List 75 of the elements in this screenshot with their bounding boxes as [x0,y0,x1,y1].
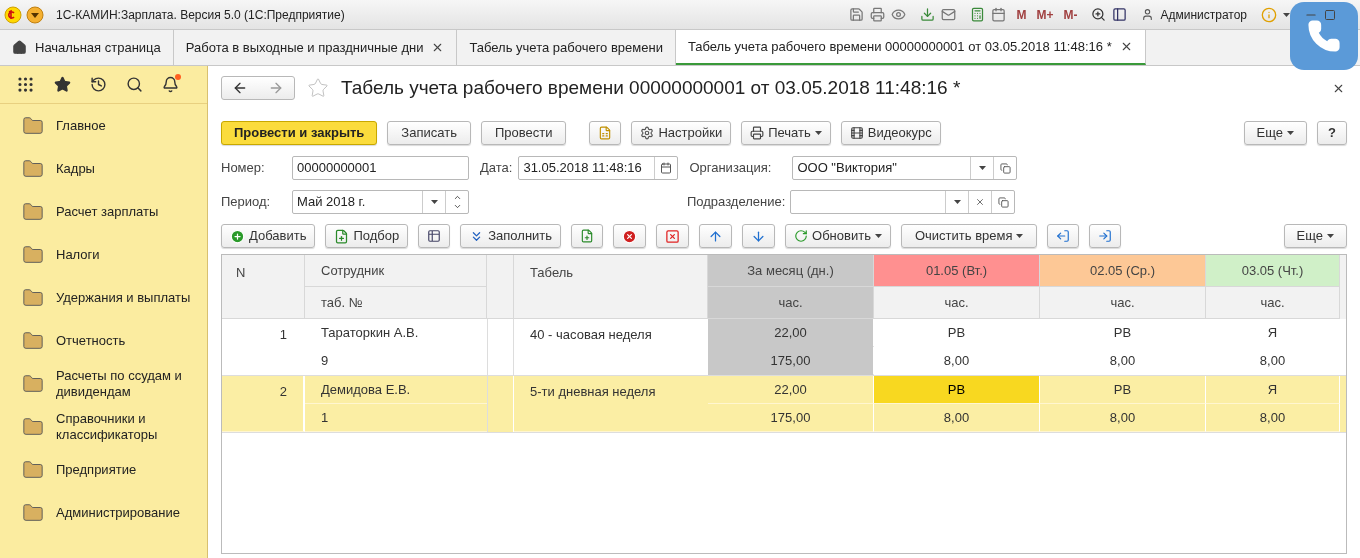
memory-button[interactable]: M- [1063,5,1078,24]
column-header[interactable]: 02.05 (Ср.) [1040,255,1206,287]
table-cell-text: 9 [320,351,330,370]
pick-button[interactable]: Подбор [325,224,409,248]
table-cell: 8,00 [1206,347,1340,375]
date-field[interactable]: 31.05.2018 11:48:16 [518,156,679,180]
refresh-button[interactable]: Обновить [785,224,891,248]
table-cell: 22,00 [708,319,874,347]
sidebar-item[interactable]: Расчеты по ссудам и дивидендам [0,362,207,405]
more-button[interactable]: Еще [1283,224,1347,248]
table-cell: 5-ти дневная неделя [514,376,708,432]
table-cell-text: Тараторкин А.В. [320,323,420,342]
table-cell: 8,00 [874,347,1040,375]
table-cell-text: 1 [278,326,288,344]
sidebar-item[interactable]: Отчетность [0,319,207,362]
table-cell-text: 40 - часовая неделя [529,326,653,344]
sidebar-item[interactable]: Налоги [0,233,207,276]
add-button[interactable]: Добавить [221,224,316,248]
organization-field[interactable]: ООО "Виктория" [792,156,1018,180]
table-row[interactable]: 1 Тараторкин А.В. 40 - часовая неделя 22,00 РВ РВ Я 9 175,00 8,00 8,00 8,00 [222,319,1346,376]
field-label: Подразделение: [687,193,786,212]
period-field[interactable]: Май 2018 г. [292,190,469,214]
sidebar-item[interactable]: Расчет зарплаты [0,190,207,233]
help-button[interactable]: ? [1317,121,1347,145]
table-cell: 8,00 [1206,404,1340,432]
field-label: Организация: [689,159,772,178]
tab-label: Табель учета рабочего времени [469,38,663,57]
sidebar-item[interactable]: Предприятие [0,448,207,491]
sidebar-item[interactable]: Главное [0,104,207,147]
column-header[interactable]: час. [708,287,874,319]
number-field[interactable]: 00000000001 [292,156,469,180]
field-label: Дата: [480,159,513,178]
table-cell: 8,00 [874,404,1040,432]
memory-button[interactable]: M+ [1036,5,1054,24]
post-and-close-button[interactable]: Провести и закрыть [221,121,378,145]
table-row[interactable]: 2 Демидова Е.В. 5-ти дневная неделя 22,00 РВ РВ Я 1 175,00 8,00 8,00 8,00 [222,376,1346,433]
table-cell: 1 [305,404,487,432]
command-button[interactable]: Записать [387,121,471,145]
sidebar-item[interactable]: Администрирование [0,491,207,534]
column-header[interactable]: За месяц (дн.) [708,255,874,287]
user-name[interactable]: Администратор [1160,5,1247,24]
sidebar-item[interactable]: Удержания и выплаты [0,276,207,319]
tab-label: Работа в выходные и праздничные дни [185,38,424,57]
table-cell[interactable]: РВ [1040,376,1206,404]
table-cell: Демидова Е.В. [305,376,487,404]
settings-button[interactable]: Настройки [631,121,732,145]
sidebar-item[interactable]: Справочники и классификаторы [0,405,207,448]
field-label: Период: [221,193,271,212]
sidebar-item[interactable]: Кадры [0,147,207,190]
table-cell: 2 [222,376,305,432]
field-label: Номер: [221,159,265,178]
table-cell: 8,00 [1040,404,1206,432]
table-cell[interactable]: РВ [874,319,1040,347]
table-cell[interactable]: РВ [1040,319,1206,347]
column-header[interactable]: Сотрудник [305,255,487,287]
table-cell[interactable]: Я [1206,376,1340,404]
memory-button[interactable]: M [1016,5,1027,24]
more-button[interactable]: Еще [1243,121,1308,145]
print-button[interactable]: Печать [741,121,831,145]
table-cell: 8,00 [1040,347,1206,375]
table-cell: 175,00 [708,404,874,432]
tab-label: Табель учета рабочего времени 00000000001 от 03.05.2018 11:48:16 * [687,37,1112,56]
command-button[interactable]: Провести [480,121,567,145]
tab[interactable]: Табель учета рабочего времени 00000000001 от 03.05.2018 11:48:16 * [675,30,1146,65]
clear-time-button[interactable]: Очистить время [900,224,1038,248]
window-title: 1С-КАМИН:Зарплата. Версия 5.0 (1С:Предприятие) [56,6,345,24]
tab-label: Начальная страница [35,38,161,57]
video-course-button[interactable]: Видеокурс [840,121,941,145]
column-header[interactable]: 03.05 (Чт.) [1206,255,1340,287]
document-title: Табель учета рабочего времени 00000000001 от 03.05.2018 11:48:16 * [341,75,961,100]
table-cell[interactable]: Я [1206,319,1340,347]
table-cell[interactable]: РВ [874,376,1040,404]
column-header[interactable]: 01.05 (Вт.) [874,255,1040,287]
fill-button[interactable]: Заполнить [460,224,562,248]
table-cell: 175,00 [708,347,874,375]
